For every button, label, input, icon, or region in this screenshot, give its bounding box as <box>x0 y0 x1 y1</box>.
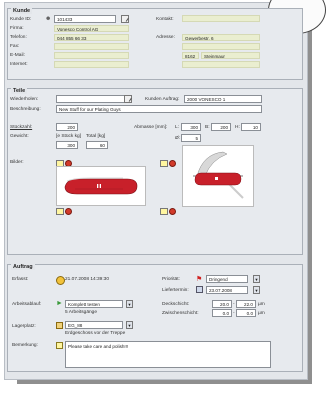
gewicht-label: Gewicht: <box>10 134 29 139</box>
delete-image-2-icon[interactable] <box>169 160 176 167</box>
workflow-icon: ► <box>56 300 63 307</box>
kontakt-field <box>182 15 260 22</box>
durchmesser-field[interactable]: 5 <box>181 134 201 142</box>
ort-field: Steinmaur <box>201 52 260 59</box>
total-kg-label: Total [kg] <box>86 134 106 139</box>
lagerplatz-dropdown-button[interactable]: ▼ <box>126 321 133 329</box>
total-kg-field[interactable]: 60 <box>86 141 108 149</box>
note-icon <box>56 342 63 349</box>
lagerplatz-label: Lagerplatz: <box>12 324 36 329</box>
prioritaet-dropdown-button[interactable]: ▼ <box>253 275 260 283</box>
wiederholen-label: Wiederholen: <box>10 97 39 102</box>
telefon-field: 044 855 66 33 <box>54 34 129 41</box>
prioritaet-select[interactable]: Dringend <box>206 275 248 283</box>
breite-field[interactable]: 200 <box>211 123 231 131</box>
b-label: B: <box>205 125 210 130</box>
erfasst-value: 21.07.2008 14:39:30 <box>65 277 110 282</box>
person-icon: ☻ <box>45 16 52 22</box>
kunde-id-label: Kunde ID: <box>10 17 32 22</box>
wiederholen-button[interactable] <box>124 95 132 103</box>
zwischenschicht-1-field[interactable]: 0.0 <box>212 309 232 317</box>
add-image-4-icon[interactable] <box>160 208 168 215</box>
beschreibung-label: Beschreibung: <box>10 107 41 112</box>
priority-flag-icon: ⚑ <box>196 276 203 283</box>
adresse-line2-field <box>182 43 260 50</box>
durchmesser-label: Ø: <box>175 136 181 141</box>
abmasse-label: Abmasse [mm]: <box>134 125 168 130</box>
kunde-title: Kunde <box>11 8 33 14</box>
arbeitsgaenge-text: 5 Arbeitsgänge <box>65 310 98 315</box>
kunde-id-field[interactable]: 101433 <box>54 15 116 23</box>
plz-field: 8162 <box>182 52 199 59</box>
zwischenschicht-dash: - <box>233 311 235 316</box>
internet-field <box>54 61 129 68</box>
arbeitsablauf-select[interactable]: Komplett testen <box>65 300 123 308</box>
fax-field <box>54 43 129 50</box>
email-label: E-Mail: <box>10 53 25 58</box>
liefertermin-field[interactable]: 23.07.2008 <box>206 286 248 294</box>
h-label: H: <box>235 125 240 130</box>
edit-kunde-button[interactable] <box>121 15 129 23</box>
email-field <box>54 52 129 59</box>
land-field <box>182 61 260 68</box>
beschreibung-field[interactable]: New Stuff for our Plating Guys <box>56 105 262 113</box>
stueck-kg-label: [e Stück kg] <box>56 134 82 139</box>
add-image-3-icon[interactable] <box>56 208 64 215</box>
hoehe-field[interactable]: 10 <box>241 123 261 131</box>
internet-label: Internet: <box>10 62 28 67</box>
clock-icon <box>56 276 65 285</box>
zwischenschicht-2-field[interactable]: 0.0 <box>236 309 256 317</box>
bemerkung-textarea[interactable]: Please take care and polish!!! <box>65 341 271 368</box>
deckschicht-dash: - <box>233 302 235 307</box>
zwischenschicht-label: Zwischenschicht: <box>162 311 199 316</box>
kunden-auftrag-label: Kunden Auftrag: <box>145 97 180 102</box>
deckschicht-2-field[interactable]: 22.0 <box>236 300 256 308</box>
zwischenschicht-unit: µm <box>258 311 265 316</box>
firma-label: Firma: <box>10 26 24 31</box>
teile-title: Teile <box>11 88 28 94</box>
add-image-2-icon[interactable] <box>160 160 168 167</box>
arbeitsablauf-label: Arbeitsablauf: <box>12 302 42 307</box>
deckschicht-unit: µm <box>258 302 265 307</box>
delete-image-4-icon[interactable] <box>169 208 176 215</box>
auftrag-title: Auftrag <box>11 264 35 270</box>
liefertermin-dropdown-button[interactable]: ▼ <box>253 286 260 294</box>
knife-open-image <box>182 145 254 207</box>
delete-image-3-icon[interactable] <box>65 208 72 215</box>
calendar-icon[interactable] <box>196 286 203 293</box>
kontakt-label: Kontakt: <box>156 17 174 22</box>
l-label: L: <box>175 125 180 130</box>
fax-label: Fax: <box>10 44 20 49</box>
adresse-label: Adresse: <box>156 35 175 40</box>
liefertermin-label: Liefertermin: <box>162 288 189 293</box>
stueckzahl-label: Stückzahl: <box>10 125 33 130</box>
kunden-auftrag-field[interactable]: 2000 VONESCO 1 <box>184 95 262 103</box>
telefon-label: Telefon: <box>10 35 27 40</box>
teile-section: Teile <box>7 88 303 255</box>
arbeitsablauf-dropdown-button[interactable]: ▼ <box>126 300 133 308</box>
lagerplatz-description: Erdgeschoss vor der Treppe <box>65 331 126 336</box>
wiederholen-field[interactable] <box>56 95 126 103</box>
deckschicht-label: Deckschicht: <box>162 302 190 307</box>
bemerkung-label: Bemerkung: <box>12 343 38 348</box>
prioritaet-label: Priorität: <box>162 277 180 282</box>
storage-icon <box>56 322 63 329</box>
knife-closed-image <box>56 166 146 206</box>
erfasst-label: Erfasst: <box>12 277 29 282</box>
bilder-label: Bilder: <box>10 160 24 165</box>
deckschicht-1-field[interactable]: 20.0 <box>212 300 232 308</box>
laenge-field[interactable]: 300 <box>181 123 201 131</box>
adresse-field: Gewerbestr. 6 <box>182 34 260 41</box>
lagerplatz-select[interactable]: EG_88 <box>65 321 123 329</box>
stueck-kg-field[interactable]: 300 <box>56 141 78 149</box>
firma-field: Vonesco Control AG <box>54 25 129 32</box>
stueckzahl-field[interactable]: 200 <box>56 123 78 131</box>
